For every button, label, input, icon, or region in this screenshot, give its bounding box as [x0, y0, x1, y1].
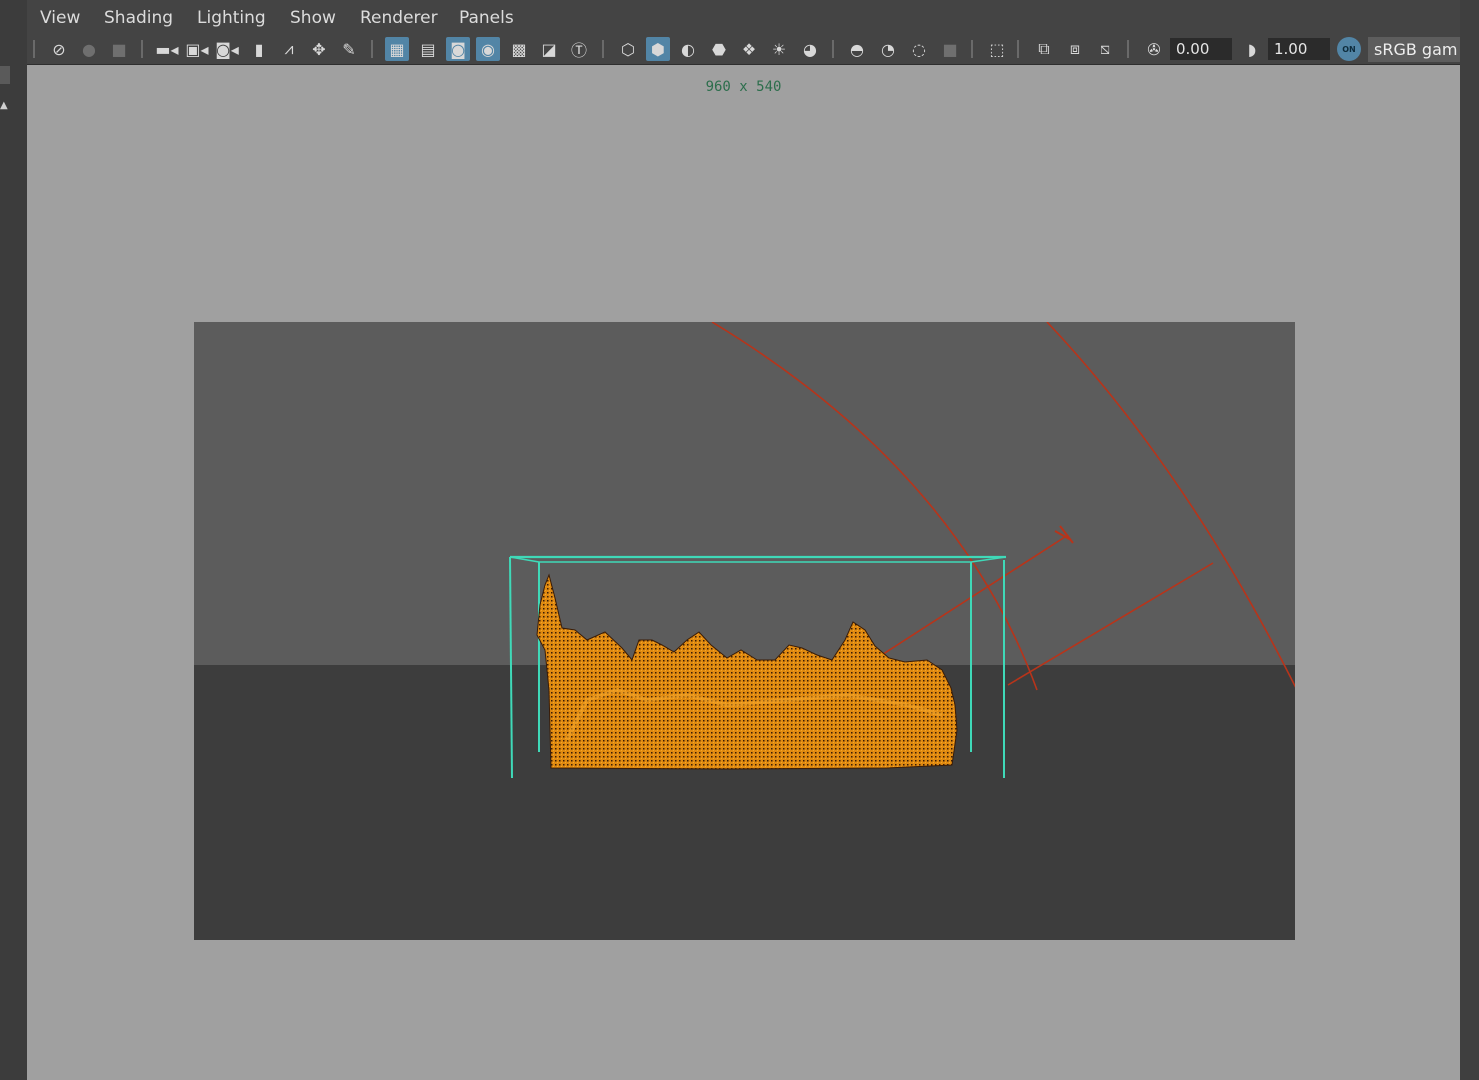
wireframe-on-shaded-icon[interactable]: ⬣	[707, 37, 731, 61]
bookmark-icon[interactable]: ▮	[247, 37, 271, 61]
select-camera-icon[interactable]: ⊘	[47, 37, 71, 61]
panel-menubar: View Shading Lighting Show Renderer Pane…	[27, 0, 1460, 34]
light-arc-inner	[711, 322, 1038, 691]
wireframe-icon[interactable]: ⬡	[616, 37, 640, 61]
depth-of-field-icon[interactable]: ■	[938, 37, 962, 61]
viewport-panel: View Shading Lighting Show Renderer Pane…	[27, 0, 1460, 1080]
2d-pan-zoom-icon[interactable]: ✎	[337, 37, 361, 61]
toolbar-separator	[971, 40, 973, 58]
backface-culling-icon[interactable]: ⧅	[1093, 37, 1117, 61]
xray-joints-icon[interactable]: ⧉	[1032, 37, 1056, 61]
xray-active-components-icon[interactable]: ⧈	[1063, 37, 1087, 61]
bookmark-camera-icon[interactable]: ▣◂	[185, 37, 209, 61]
smooth-shade-icon[interactable]: ⬢	[646, 37, 670, 61]
menu-view[interactable]: View	[40, 8, 80, 28]
gate-mask-icon[interactable]: ◉	[476, 37, 500, 61]
resolution-gate-icon[interactable]: ◙	[446, 37, 470, 61]
viewport-sky	[194, 322, 1295, 665]
menu-panels[interactable]: Panels	[459, 8, 514, 28]
use-all-lights-icon[interactable]: ☀	[767, 37, 791, 61]
isolate-select-icon[interactable]: ⬚	[985, 37, 1009, 61]
image-plane-icon[interactable]: ⩘	[277, 37, 301, 61]
xray-icon[interactable]: ❖	[737, 37, 761, 61]
resolution-label: 960 x 540	[705, 79, 782, 95]
menu-lighting[interactable]: Lighting	[197, 8, 266, 28]
fluid-container[interactable]	[509, 555, 1007, 779]
safe-action-icon[interactable]: ◪	[537, 37, 561, 61]
light-direction-arrow	[876, 534, 1069, 659]
toolbar-separator	[1017, 40, 1019, 58]
menu-show[interactable]: Show	[290, 8, 336, 28]
menu-shading[interactable]: Shading	[104, 8, 173, 28]
fire-simulation	[536, 573, 958, 770]
directional-light-manipulator	[711, 322, 1295, 691]
left-panel-edge: ▲	[0, 0, 28, 1080]
exposure-field[interactable]: 0.00	[1170, 38, 1232, 60]
gamma-icon[interactable]: ◗	[1240, 37, 1264, 61]
motion-blur-icon[interactable]: ◔	[876, 37, 900, 61]
toolbar-separator	[602, 40, 604, 58]
safe-title-icon[interactable]: Ⓣ	[567, 37, 591, 61]
field-chart-icon[interactable]: ▩	[507, 37, 531, 61]
camera-attributes-icon[interactable]: ■	[107, 37, 131, 61]
camera-icon[interactable]: ▬◂	[155, 37, 179, 61]
light-beam-line	[1007, 562, 1214, 686]
panel-tab[interactable]	[0, 66, 10, 84]
exposure-icon[interactable]: ✇	[1142, 37, 1166, 61]
viewport-canvas[interactable]	[27, 0, 1460, 1080]
light-arrow-head	[1054, 525, 1074, 544]
right-panel-edge	[1460, 0, 1479, 1080]
toolbar-separator	[1127, 40, 1129, 58]
film-gate-camera-icon[interactable]: ◙◂	[215, 37, 239, 61]
toolbar-separator	[371, 40, 373, 58]
lock-camera-icon[interactable]: ●	[77, 37, 101, 61]
screen-space-ambient-occlusion-icon[interactable]: ◓	[845, 37, 869, 61]
color-management-badge: ON	[1342, 44, 1356, 54]
collapse-arrow-icon[interactable]: ▲	[0, 100, 8, 111]
multisample-aa-icon[interactable]: ◌	[907, 37, 931, 61]
shadows-icon[interactable]: ◕	[798, 37, 822, 61]
toolbar-separator	[141, 40, 143, 58]
gamma-field[interactable]: 1.00	[1268, 38, 1330, 60]
grid-icon[interactable]: ▦	[385, 37, 409, 61]
panel-toolbar: ⊘ ● ■ ▬◂ ▣◂ ◙◂ ▮ ⩘ ✥ ✎ ▦ ▤ ◙ ◉ ▩ ◪ Ⓣ ⬡ ⬢…	[27, 34, 1460, 65]
toolbar-separator	[832, 40, 834, 58]
color-space-dropdown[interactable]: sRGB gam	[1368, 37, 1460, 62]
use-default-material-icon[interactable]: ◐	[676, 37, 700, 61]
light-arc-outer	[1046, 322, 1295, 688]
film-gate-icon[interactable]: ▤	[416, 37, 440, 61]
grease-pencil-icon[interactable]: ✥	[307, 37, 331, 61]
viewport-ground	[194, 665, 1295, 940]
toolbar-separator	[33, 40, 35, 58]
menu-renderer[interactable]: Renderer	[360, 8, 438, 28]
color-management-icon[interactable]: ON	[1337, 37, 1361, 61]
